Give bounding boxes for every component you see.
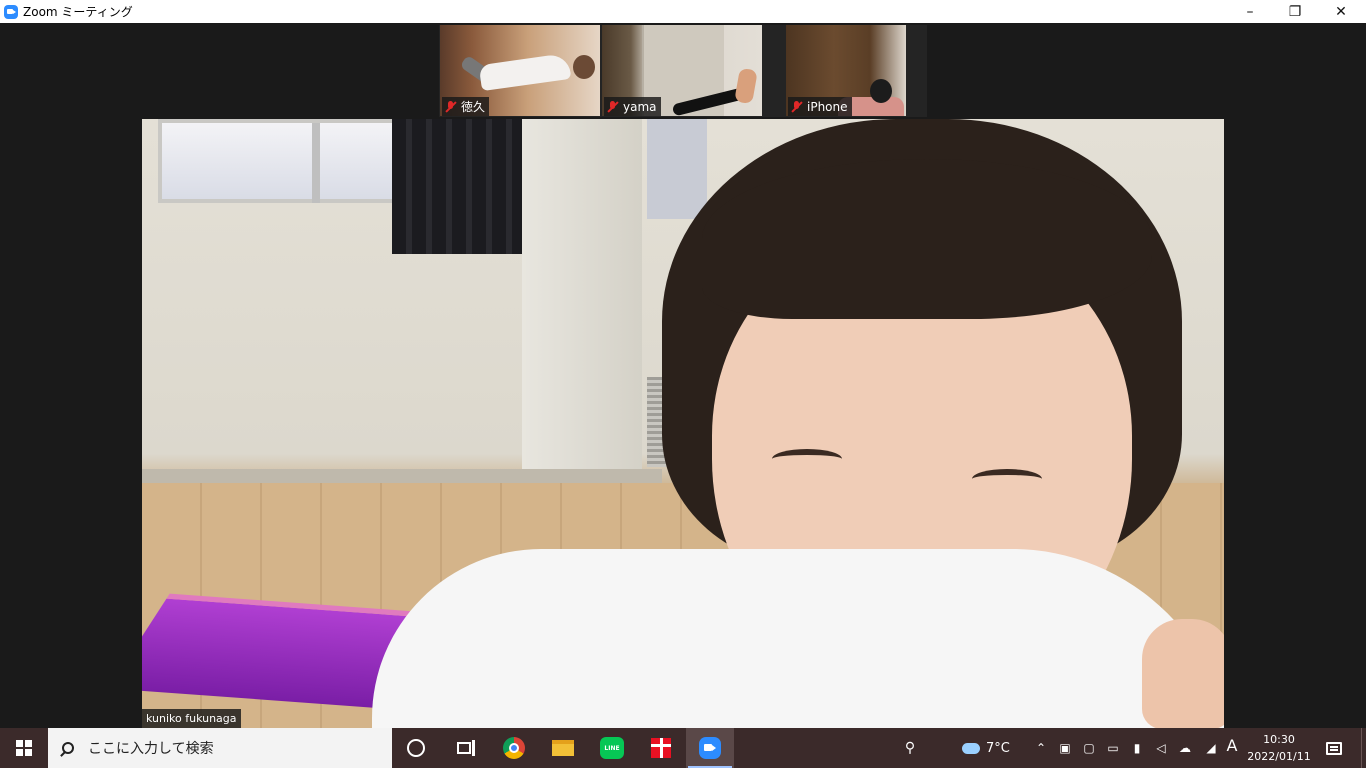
chrome-taskbar-button[interactable] (490, 728, 538, 768)
restore-button[interactable]: ❐ (1272, 0, 1318, 23)
participant-strip: 徳久 yama iPhone (439, 25, 927, 117)
participant-name-tag: iPhone (788, 97, 852, 116)
ime-mode-indicator[interactable]: A (1224, 738, 1240, 754)
cortana-button[interactable] (392, 728, 440, 768)
weather-widget[interactable]: 7°C (962, 728, 1024, 768)
muted-mic-icon (445, 100, 457, 113)
volume-icon[interactable]: ◁ (1154, 741, 1168, 755)
file-explorer-taskbar-button[interactable] (539, 728, 587, 768)
gift-icon (651, 738, 671, 758)
weather-cloud-icon (962, 737, 980, 754)
close-button[interactable]: ✕ (1318, 0, 1364, 23)
participant-video-tile[interactable]: 徳久 (440, 25, 600, 116)
window-title: Zoom ミーティング (23, 5, 133, 19)
gift-taskbar-button[interactable] (637, 728, 685, 768)
active-speaker-name: kuniko fukunaga (142, 709, 241, 728)
participant-video-tile[interactable]: iPhone (786, 25, 906, 116)
taskbar-clock[interactable]: 10:30 2022/01/11 (1246, 731, 1312, 765)
chrome-icon (503, 737, 525, 759)
taskbar: ここに入力して検索 LINE ⚲ 7°C ⌃ ▣ ▢ ▭ ▮ ◁ ☁ ◢ A 1… (0, 728, 1366, 768)
clock-time: 10:30 (1263, 733, 1295, 746)
cortana-icon (407, 739, 425, 757)
search-placeholder: ここに入力して検索 (88, 741, 214, 757)
notification-icon (1326, 741, 1342, 755)
microphone-icon[interactable]: ▮ (1130, 741, 1144, 755)
start-button[interactable] (0, 728, 48, 768)
screen-icon[interactable]: ▢ (1082, 741, 1096, 755)
action-center-button[interactable] (1318, 728, 1350, 768)
minimize-button[interactable]: – (1227, 0, 1273, 23)
people-button[interactable]: ⚲ (898, 728, 922, 768)
participant-name-tag: 徳久 (442, 97, 490, 116)
participant-name: iPhone (807, 99, 848, 114)
title-bar: Zoom ミーティング – ❐ ✕ (0, 0, 1366, 23)
clock-date: 2022/01/11 (1247, 750, 1311, 763)
search-icon (62, 742, 74, 754)
line-icon: LINE (600, 737, 624, 759)
windows-logo-icon (16, 740, 32, 756)
show-hidden-icons-chevron-icon[interactable]: ⌃ (1034, 741, 1048, 755)
show-desktop-button[interactable] (1361, 728, 1366, 768)
zoom-icon (699, 737, 721, 759)
taskbar-search-box[interactable]: ここに入力して検索 (48, 728, 392, 768)
task-view-icon (457, 740, 475, 756)
participant-name: 徳久 (461, 100, 486, 114)
weather-temperature: 7°C (986, 740, 1010, 756)
muted-mic-icon (607, 100, 619, 113)
wifi-icon[interactable]: ◢ (1204, 741, 1218, 755)
line-taskbar-button[interactable]: LINE (588, 728, 636, 768)
meet-now-icon[interactable]: ▣ (1058, 741, 1072, 755)
active-speaker-video[interactable]: kuniko fukunaga (142, 119, 1224, 728)
muted-mic-icon (791, 100, 803, 113)
people-icon: ⚲ (904, 740, 916, 756)
task-view-button[interactable] (440, 728, 488, 768)
file-explorer-icon (552, 740, 574, 756)
participant-name-tag: yama (604, 97, 661, 116)
zoom-taskbar-button[interactable] (686, 728, 734, 768)
participant-name: yama (623, 99, 657, 114)
battery-icon[interactable]: ▭ (1106, 741, 1120, 755)
participant-video-tile[interactable]: yama (602, 25, 762, 116)
zoom-app-icon (4, 4, 18, 19)
onedrive-cloud-icon[interactable]: ☁ (1178, 741, 1192, 755)
